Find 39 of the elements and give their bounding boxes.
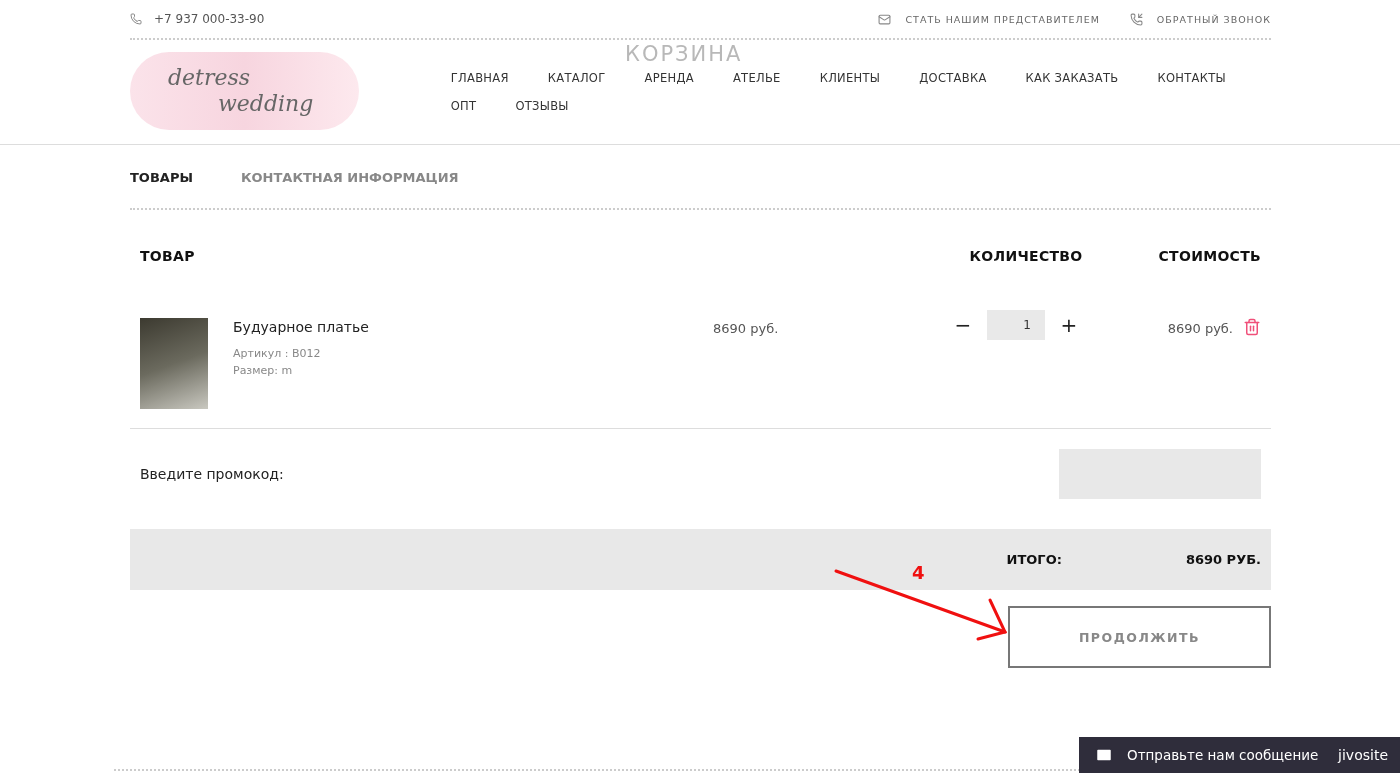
column-header: СТОИМОСТЬ — [1157, 248, 1261, 264]
unit-price: 8690 руб. — [713, 321, 780, 336]
chat-widget[interactable]: Отправьте нам сообщение jivosite — [1079, 737, 1400, 773]
nav-link[interactable]: КЛИЕНТЫ — [819, 69, 881, 87]
increase-button[interactable]: + — [1059, 313, 1079, 337]
nav-link[interactable]: ОПТ — [450, 97, 477, 115]
product-article: Артикул : B012 — [233, 347, 322, 360]
phone-icon — [130, 13, 142, 25]
row-total: 8690 руб. — [1167, 321, 1233, 336]
page-title: КОРЗИНА — [625, 42, 743, 66]
column-header: КОЛИЧЕСТВО — [968, 248, 1084, 264]
tab[interactable]: ТОВАРЫ — [130, 169, 193, 185]
callback-link[interactable]: ОБРАТНЫЙ ЗВОНОК — [1156, 13, 1271, 25]
nav-link[interactable]: ДОСТАВКА — [919, 69, 987, 87]
trash-icon[interactable] — [1243, 318, 1261, 336]
column-header: ТОВАР — [140, 248, 196, 264]
total-value: 8690 РУБ. — [1185, 552, 1261, 567]
phone-icon — [1129, 12, 1143, 26]
nav-link[interactable]: КАТАЛОГ — [547, 69, 606, 87]
nav-link[interactable]: ГЛАВНАЯ — [450, 69, 509, 87]
nav-link[interactable]: АРЕНДА — [644, 69, 694, 87]
representative-link[interactable]: СТАТЬ НАШИМ ПРЕДСТАВИТЕЛЕМ — [905, 13, 1100, 25]
promo-label: Введите промокод: — [140, 466, 284, 482]
product-size: Размер: m — [233, 364, 294, 377]
annotation-label: 4 — [912, 562, 925, 583]
nav-link[interactable]: КОНТАКТЫ — [1157, 69, 1226, 87]
tab[interactable]: КОНТАКТНАЯ ИНФОРМАЦИЯ — [240, 169, 459, 185]
nav-link[interactable]: ОТЗЫВЫ — [515, 97, 569, 115]
phone-number: +7 937 000-33-90 — [154, 12, 265, 26]
total-label: ИТОГО: — [1006, 552, 1062, 567]
quantity-field[interactable]: 1 — [987, 310, 1045, 340]
product-name[interactable]: Будуарное платье — [233, 319, 713, 335]
chat-text: Отправьте нам сообщение — [1127, 747, 1319, 763]
nav-link[interactable]: КАК ЗАКАЗАТЬ — [1025, 69, 1119, 87]
decrease-button[interactable]: − — [953, 313, 973, 337]
nav-link[interactable]: АТЕЛЬЕ — [732, 69, 781, 87]
continue-button[interactable]: ПРОДОЛЖИТЬ — [1008, 606, 1271, 668]
logo[interactable]: detress wedding — [130, 52, 359, 130]
chat-brand: jivosite — [1338, 747, 1388, 763]
